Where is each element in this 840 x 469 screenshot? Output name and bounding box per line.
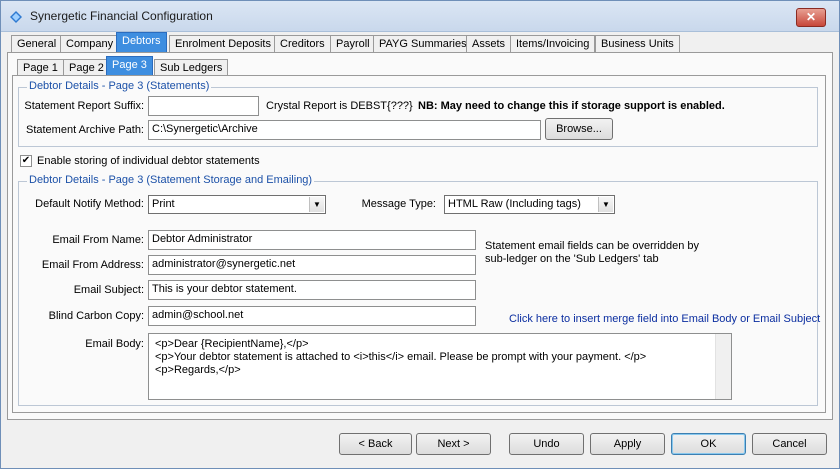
- chevron-down-icon: ▼: [598, 197, 613, 212]
- message-type-label: Message Type:: [361, 198, 436, 210]
- archive-path-label: Statement Archive Path:: [25, 124, 144, 136]
- bcc-input[interactable]: admin@school.net: [148, 306, 476, 326]
- email-body-label: Email Body:: [85, 338, 144, 350]
- close-button[interactable]: ✕: [796, 8, 826, 27]
- from-address-input[interactable]: administrator@synergetic.net: [148, 255, 476, 275]
- override-note-line1: Statement email fields can be overridden…: [485, 240, 700, 252]
- enable-storing-label: Enable storing of individual debtor stat…: [37, 155, 260, 167]
- from-name-label: Email From Name:: [52, 234, 144, 246]
- title-bar: Synergetic Financial Configuration ✕: [1, 1, 839, 32]
- debtors-panel: Page 1 Page 2 Page 3 Sub Ledgers Debtor …: [7, 52, 833, 420]
- suffix-label: Statement Report Suffix:: [24, 100, 144, 112]
- email-body-line: <p>Your debtor statement is attached to …: [155, 351, 647, 363]
- close-icon: ✕: [805, 10, 817, 24]
- tab-enrolment-deposits[interactable]: Enrolment Deposits: [169, 35, 277, 52]
- message-type-value: HTML Raw (Including tags): [448, 198, 581, 210]
- message-type-select[interactable]: HTML Raw (Including tags) ▼: [444, 195, 615, 214]
- notify-method-select[interactable]: Print ▼: [148, 195, 326, 214]
- email-body-line: <p>Dear {RecipientName},</p>: [155, 338, 309, 350]
- notify-method-label: Default Notify Method:: [35, 198, 144, 210]
- tab-payg-summaries[interactable]: PAYG Summaries: [373, 35, 473, 52]
- suffix-input[interactable]: [148, 96, 259, 116]
- tab-general[interactable]: General: [11, 35, 63, 52]
- subtab-page-3[interactable]: Page 3: [106, 56, 153, 76]
- crystal-report-note: Crystal Report is DEBST{???}: [266, 100, 413, 112]
- app-icon: [10, 11, 22, 23]
- email-body-scrollbar[interactable]: [715, 334, 731, 399]
- email-subject-input[interactable]: This is your debtor statement.: [148, 280, 476, 300]
- apply-button[interactable]: Apply: [590, 433, 665, 455]
- tab-assets[interactable]: Assets: [466, 35, 512, 52]
- statements-group: Debtor Details - Page 3 (Statements) Sta…: [18, 80, 818, 147]
- tab-creditors[interactable]: Creditors: [274, 35, 331, 52]
- next-button[interactable]: Next >: [416, 433, 491, 455]
- storage-group: Debtor Details - Page 3 (Statement Stora…: [18, 174, 820, 406]
- override-note-line2: sub-ledger on the 'Sub Ledgers' tab: [485, 253, 659, 265]
- undo-button[interactable]: Undo: [509, 433, 584, 455]
- subtab-page-1[interactable]: Page 1: [17, 59, 64, 76]
- archive-path-input[interactable]: C:\Synergetic\Archive: [148, 120, 541, 140]
- enable-storing-checkbox[interactable]: ✔: [20, 155, 32, 167]
- bcc-label: Blind Carbon Copy:: [48, 310, 144, 322]
- subtab-page-2[interactable]: Page 2: [63, 59, 110, 76]
- notify-method-value: Print: [152, 198, 175, 210]
- statements-group-legend: Debtor Details - Page 3 (Statements): [27, 80, 212, 92]
- from-address-label: Email From Address:: [41, 259, 144, 271]
- chevron-down-icon: ▼: [309, 197, 324, 212]
- tab-payroll[interactable]: Payroll: [330, 35, 376, 52]
- cancel-button[interactable]: Cancel: [752, 433, 827, 455]
- subtab-sub-ledgers[interactable]: Sub Ledgers: [154, 59, 229, 76]
- tab-debtors[interactable]: Debtors: [116, 32, 167, 52]
- email-body-line: <p>Regards,</p>: [155, 364, 241, 376]
- browse-button[interactable]: Browse...: [545, 118, 613, 140]
- config-window: Synergetic Financial Configuration ✕ Gen…: [0, 0, 840, 469]
- from-name-input[interactable]: Debtor Administrator: [148, 230, 476, 250]
- ok-button[interactable]: OK: [671, 433, 746, 455]
- nb-note: NB: May need to change this if storage s…: [418, 100, 725, 112]
- tab-company[interactable]: Company: [60, 35, 120, 52]
- page-3-panel: Debtor Details - Page 3 (Statements) Sta…: [12, 75, 826, 413]
- tab-business-units[interactable]: Business Units: [595, 35, 680, 52]
- insert-merge-field-link[interactable]: Click here to insert merge field into Em…: [509, 313, 820, 325]
- window-title: Synergetic Financial Configuration: [30, 9, 213, 23]
- storage-group-legend: Debtor Details - Page 3 (Statement Stora…: [27, 174, 315, 186]
- tab-items-invoicing[interactable]: Items/Invoicing: [510, 35, 596, 52]
- email-body-textarea[interactable]: <p>Dear {RecipientName},</p> <p>Your deb…: [148, 333, 732, 400]
- email-subject-label: Email Subject:: [73, 284, 144, 296]
- back-button[interactable]: < Back: [339, 433, 412, 455]
